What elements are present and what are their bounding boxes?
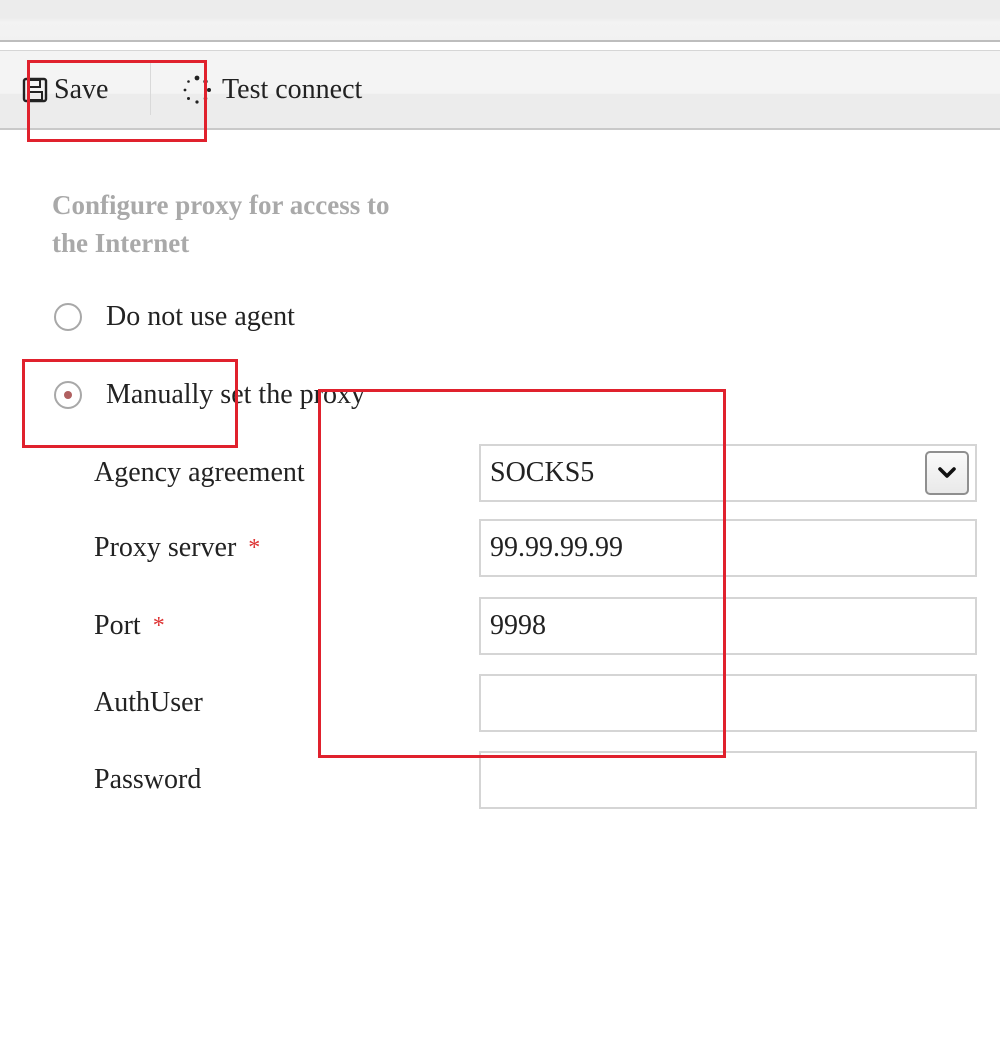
radio-manual-proxy[interactable]: Manually set the proxy <box>54 375 365 415</box>
radio-button-checked[interactable] <box>54 381 82 409</box>
radio-no-proxy[interactable]: Do not use agent <box>54 297 295 337</box>
agreement-select-value: SOCKS5 <box>490 457 595 488</box>
proxy-server-value: 99.99.99.99 <box>490 532 623 563</box>
agreement-select[interactable]: SOCKS5 <box>479 444 977 502</box>
window-top-strip <box>0 0 1000 42</box>
required-marker: * <box>152 612 165 639</box>
port-input[interactable]: 9998 <box>479 597 977 655</box>
section-title: Configure proxy for access to the Intern… <box>52 190 390 258</box>
test-connect-label: Test connect <box>222 73 363 105</box>
authuser-input[interactable] <box>479 674 977 732</box>
radio-no-proxy-label: Do not use agent <box>106 301 295 332</box>
save-icon <box>22 77 48 103</box>
authuser-label: AuthUser <box>94 687 203 718</box>
proxy-server-label: Proxy server * <box>94 519 260 577</box>
spinner-icon <box>182 75 212 105</box>
port-label-text: Port <box>94 610 141 641</box>
radio-manual-proxy-label: Manually set the proxy <box>106 379 365 410</box>
toolbar: Save Test connect <box>0 50 1000 130</box>
port-label: Port * <box>94 597 165 655</box>
proxy-server-label-text: Proxy server <box>94 532 237 563</box>
radio-button-unchecked[interactable] <box>54 303 82 331</box>
save-button[interactable]: Save <box>22 51 108 128</box>
save-button-label: Save <box>54 73 109 105</box>
chevron-down-icon[interactable] <box>925 451 969 495</box>
proxy-server-input[interactable]: 99.99.99.99 <box>479 519 977 577</box>
password-label: Password <box>94 764 202 795</box>
required-marker: * <box>248 534 261 561</box>
toolbar-separator <box>150 63 151 115</box>
test-connect-button[interactable]: Test connect <box>182 51 362 128</box>
agreement-label: Agency agreement <box>94 457 305 488</box>
password-input[interactable] <box>479 751 977 809</box>
port-value: 9998 <box>490 610 546 641</box>
